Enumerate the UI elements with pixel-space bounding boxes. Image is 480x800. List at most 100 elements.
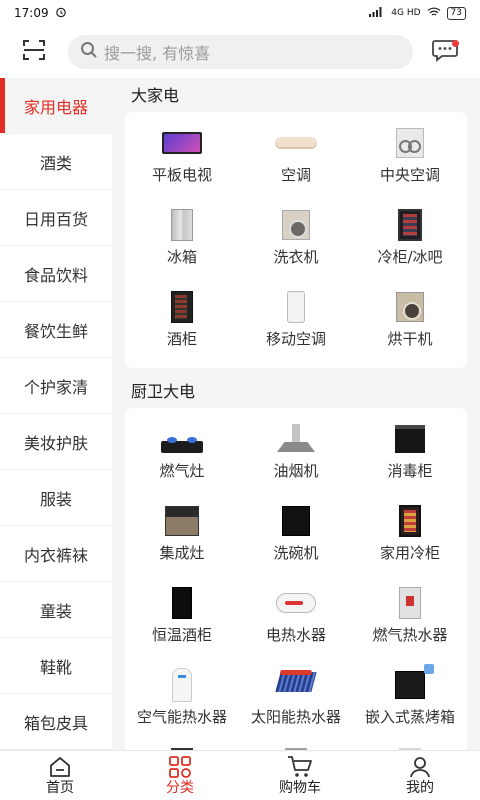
range-hood-icon [274, 422, 318, 456]
category-item[interactable]: 洗衣机 [239, 198, 353, 280]
category-item[interactable]: 空调 [239, 116, 353, 198]
category-item[interactable]: 烘干机 [353, 280, 467, 362]
category-item[interactable]: 洗碗机 [239, 494, 353, 576]
nav-home[interactable]: 首页 [0, 751, 120, 800]
category-item[interactable]: 中央空调 [353, 116, 467, 198]
washing-machine-icon [274, 208, 318, 242]
category-label: 集成灶 [159, 544, 205, 562]
section-title-major-appliances: 大家电 [131, 86, 180, 105]
sidebar-item-daily-goods[interactable]: 日用百货 [0, 190, 112, 246]
sidebar-item-personal-care[interactable]: 个护家清 [0, 358, 112, 414]
unread-dot [452, 40, 459, 47]
portable-ac-icon [274, 290, 318, 324]
category-label: 冰箱 [166, 248, 197, 266]
nav-label: 我的 [406, 780, 434, 796]
scan-icon [22, 39, 46, 65]
sidebar-item-shoes[interactable]: 鞋靴 [0, 638, 112, 694]
nav-cart[interactable]: 购物车 [240, 751, 360, 800]
nav-category[interactable]: 分类 [120, 751, 240, 800]
sidebar-item-kids-clothing[interactable]: 童装 [0, 582, 112, 638]
category-item[interactable]: 消毒柜 [353, 412, 467, 494]
heat-pump-water-heater-icon [160, 668, 204, 702]
electric-water-heater-icon [274, 586, 318, 620]
category-label: 嵌入式蒸烤箱 [364, 708, 455, 726]
product-thumbnail[interactable] [125, 740, 239, 750]
header-bar: 搜一搜, 有惊喜 [0, 26, 480, 78]
nav-profile[interactable]: 我的 [360, 751, 480, 800]
category-label: 太阳能热水器 [250, 708, 341, 726]
sidebar-item-beauty[interactable]: 美妆护肤 [0, 414, 112, 470]
category-item[interactable]: 集成灶 [125, 494, 239, 576]
sidebar-item-bags[interactable]: 箱包皮具 [0, 694, 112, 750]
category-label: 消毒柜 [387, 462, 433, 480]
category-label: 燃气灶 [159, 462, 205, 480]
category-item[interactable]: 嵌入式蒸烤箱 [353, 658, 467, 740]
scan-button[interactable] [10, 32, 58, 72]
wine-cabinet-icon [160, 290, 204, 324]
battery-level: 73 [446, 6, 466, 20]
search-icon [80, 41, 98, 63]
gas-water-heater-icon [388, 586, 432, 620]
category-label: 平板电视 [151, 166, 212, 184]
search-input[interactable]: 搜一搜, 有惊喜 [68, 35, 413, 69]
category-item[interactable]: 油烟机 [239, 412, 353, 494]
category-item[interactable]: 电热水器 [239, 576, 353, 658]
category-label: 酒柜 [166, 330, 197, 348]
category-item[interactable]: 空气能热水器 [125, 658, 239, 740]
category-label: 燃气热水器 [372, 626, 448, 644]
sterilizer-icon [388, 422, 432, 456]
category-grid-icon [168, 755, 192, 779]
cart-icon [287, 755, 313, 779]
freezer-icon [388, 208, 432, 242]
category-sidebar: 家用电器 酒类 日用百货 食品饮料 餐饮生鲜 个护家清 美妆护肤 服装 内衣裤袜… [0, 78, 112, 750]
category-item[interactable]: 燃气灶 [125, 412, 239, 494]
nav-label: 首页 [46, 780, 74, 796]
sidebar-item-underwear[interactable]: 内衣裤袜 [0, 526, 112, 582]
sidebar-item-food-drinks[interactable]: 食品饮料 [0, 246, 112, 302]
category-item[interactable]: 移动空调 [239, 280, 353, 362]
built-in-steam-oven-icon [388, 664, 434, 702]
category-item[interactable]: 冷柜/冰吧 [353, 198, 467, 280]
tv-icon [160, 126, 204, 160]
category-item[interactable]: 酒柜 [125, 280, 239, 362]
solar-water-heater-icon [274, 668, 318, 702]
sidebar-item-fresh[interactable]: 餐饮生鲜 [0, 302, 112, 358]
category-content: 大家电 平板电视 空调 中央空调 冰箱 洗衣机 冷柜/冰吧 酒柜 移动空调 烘干… [112, 78, 480, 750]
refrigerator-icon [160, 208, 204, 242]
sidebar-item-clothing[interactable]: 服装 [0, 470, 112, 526]
category-label: 洗碗机 [273, 544, 319, 562]
category-label: 移动空调 [265, 330, 326, 348]
category-label: 中央空调 [379, 166, 440, 184]
product-thumbnail[interactable] [353, 740, 467, 750]
central-ac-icon [388, 126, 432, 160]
home-freezer-icon [388, 504, 432, 538]
nav-label: 分类 [166, 780, 194, 796]
category-label: 恒温酒柜 [151, 626, 212, 644]
messages-button[interactable] [425, 32, 465, 72]
category-item[interactable]: 燃气热水器 [353, 576, 467, 658]
bottom-navigation: 首页 分类 购物车 我的 [0, 750, 480, 800]
thermostatic-wine-cabinet-icon [160, 586, 204, 620]
air-conditioner-icon [274, 126, 318, 160]
category-item[interactable]: 平板电视 [125, 116, 239, 198]
dishwasher-icon [274, 504, 318, 538]
category-item[interactable]: 家用冷柜 [353, 494, 467, 576]
partially-visible-row [125, 740, 467, 750]
sidebar-item-liquor[interactable]: 酒类 [0, 134, 112, 190]
alarm-icon [55, 6, 67, 21]
category-item[interactable]: 太阳能热水器 [239, 658, 353, 740]
gas-stove-icon [160, 422, 204, 456]
nav-label: 购物车 [279, 780, 321, 796]
search-placeholder: 搜一搜, 有惊喜 [104, 44, 211, 63]
section-title-kitchen-bath: 厨卫大电 [131, 382, 196, 401]
category-label: 冷柜/冰吧 [377, 248, 443, 266]
product-thumbnail[interactable] [239, 740, 353, 750]
category-label: 家用冷柜 [379, 544, 440, 562]
network-type: 4G HD [391, 8, 421, 18]
user-icon [408, 755, 432, 779]
category-label: 油烟机 [273, 462, 319, 480]
home-icon [48, 755, 72, 779]
category-item[interactable]: 冰箱 [125, 198, 239, 280]
sidebar-item-appliances[interactable]: 家用电器 [0, 78, 112, 134]
category-item[interactable]: 恒温酒柜 [125, 576, 239, 658]
